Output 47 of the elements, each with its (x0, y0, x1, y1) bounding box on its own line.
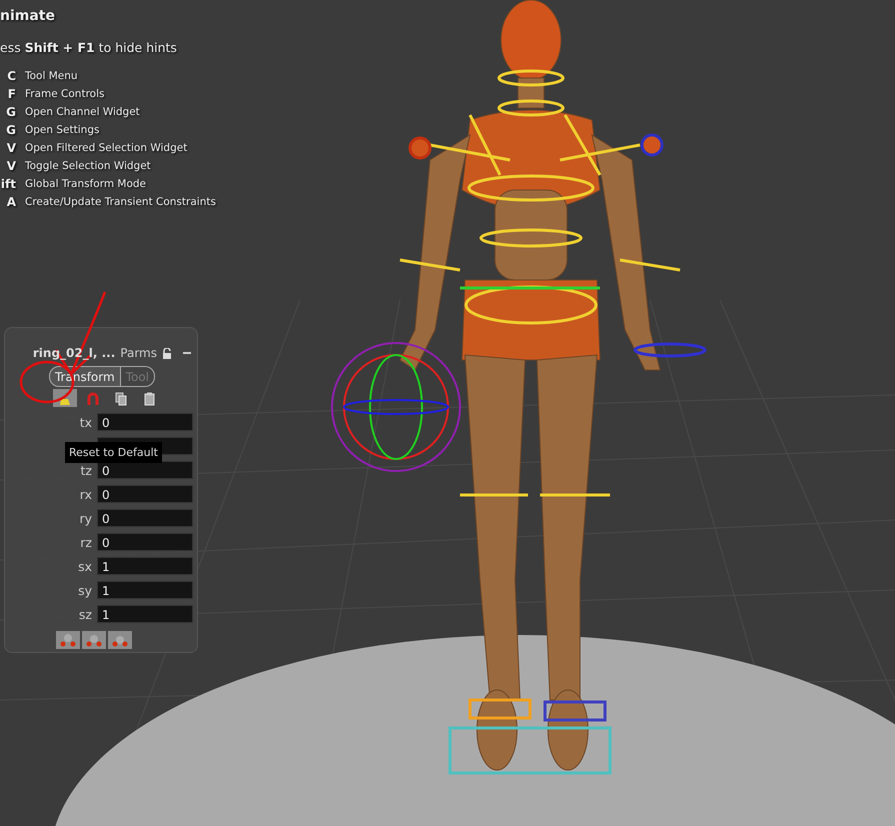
field-label: ry (78, 510, 92, 526)
input-field[interactable]: 0 (97, 413, 193, 431)
pivot-button[interactable] (56, 631, 80, 649)
field-label: sy (77, 582, 92, 598)
shortcut-action: Tool Menu (25, 69, 79, 84)
input-field[interactable]: 0 (97, 485, 193, 503)
field-label: sx (77, 558, 92, 574)
tooltip: Reset to Default (65, 442, 162, 463)
input-field[interactable]: 0 (97, 533, 193, 551)
input-field[interactable]: 1 (97, 605, 193, 623)
field-label: tx (78, 414, 92, 430)
handle-button[interactable] (82, 631, 106, 649)
unlock-icon[interactable] (162, 348, 172, 358)
input-field[interactable]: 0 (97, 509, 193, 527)
shortcut-key: V (0, 159, 16, 174)
shortcut-action: Global Transform Mode (25, 177, 148, 192)
shortcut-key: ift (0, 177, 16, 192)
broom-icon (58, 390, 72, 406)
handle-icon (86, 633, 102, 647)
panel-label: Parms (120, 346, 157, 360)
hint-text: ess Shift + F1 to hide hints (0, 40, 178, 55)
shortcut-action: Toggle Selection Widget (25, 159, 152, 174)
field-label: rx (78, 486, 92, 502)
shortcut-action: Frame Controls (25, 87, 106, 102)
shortcut-action: Create/Update Transient Constraints (25, 195, 216, 210)
shortcut-key: C (0, 69, 16, 84)
shortcut-action: Open Settings (25, 123, 100, 138)
shortcut-key: A (0, 195, 16, 210)
shortcut-key: V (0, 141, 16, 156)
field-label: tz (80, 462, 92, 478)
axis-button[interactable] (108, 631, 132, 649)
shortcut-key: G (0, 105, 16, 120)
shortcut-key: F (0, 87, 16, 102)
shortcut-action: Open Channel Widget (25, 105, 141, 120)
magnet-icon (86, 390, 100, 406)
paste-icon (142, 390, 156, 406)
shortcut-action: Open Filtered Selection Widget (25, 141, 188, 156)
field-label: rz (79, 534, 92, 550)
shortcut-key: G (0, 123, 16, 138)
axis-icon (112, 633, 128, 647)
copy-icon (114, 390, 128, 406)
field-label: sz (78, 606, 92, 622)
input-field[interactable]: 1 (97, 557, 193, 575)
pivot-icon (60, 633, 76, 647)
input-field[interactable]: 0 (97, 461, 193, 479)
input-field[interactable]: 1 (97, 581, 193, 599)
mode-title: nimate (0, 8, 56, 24)
